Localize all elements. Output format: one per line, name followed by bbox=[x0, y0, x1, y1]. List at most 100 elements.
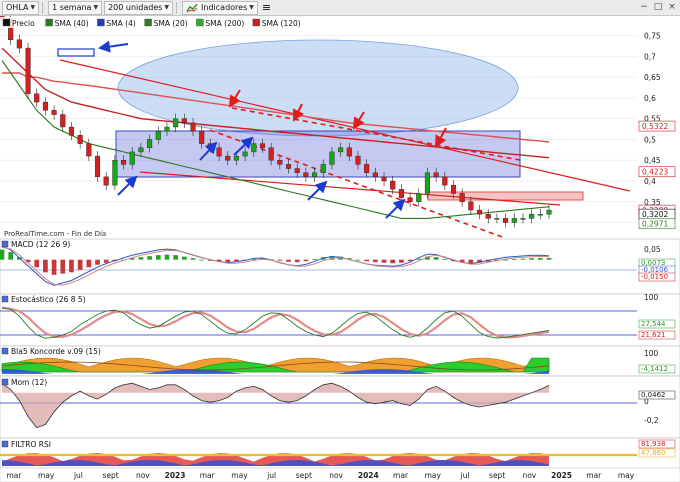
momentum-panel-bg bbox=[0, 375, 680, 439]
macd-bar bbox=[60, 259, 66, 274]
panel-swatch bbox=[1, 347, 9, 355]
macd-bar bbox=[0, 249, 5, 260]
period-selector[interactable]: 1 semana ▼ bbox=[48, 0, 103, 15]
indicators-button[interactable]: Indicadores ▼ bbox=[182, 0, 258, 15]
x-axis: mar may jul sept nov 2023 mar may jul sept nov 2024… bbox=[0, 467, 680, 482]
main-price-panel[interactable]: Precio SMA (40) SMA (4) SMA (20) SMA (200) SM… bbox=[0, 16, 676, 239]
candle-body bbox=[147, 139, 153, 148]
candle-body bbox=[390, 180, 396, 190]
macd-bar bbox=[546, 257, 552, 260]
koncorde-panel[interactable] bbox=[0, 345, 680, 377]
subpanel-y-tick: 100 bbox=[644, 349, 659, 358]
candle-body bbox=[103, 176, 109, 186]
toolbar: OHLA ▼ 1 semana ▼ 200 unidades ▼ Indicad… bbox=[0, 0, 680, 16]
candle-body bbox=[25, 47, 31, 94]
macd-bar bbox=[8, 252, 14, 260]
chevron-down-icon: ▼ bbox=[93, 4, 99, 11]
candle-body bbox=[381, 176, 387, 182]
candle-body bbox=[355, 155, 361, 165]
menu-button[interactable]: ≡ bbox=[260, 1, 273, 15]
macd-bar bbox=[372, 259, 378, 263]
price-tag-label: 0,3202 bbox=[642, 210, 668, 219]
close-button[interactable]: × bbox=[666, 1, 678, 13]
momentum-panel[interactable] bbox=[0, 375, 680, 439]
symbol-selector[interactable]: OHLA ▼ bbox=[2, 0, 40, 15]
stochastic-panel[interactable] bbox=[0, 293, 680, 347]
candle-body bbox=[468, 201, 474, 211]
candle-body bbox=[424, 172, 430, 194]
candle-body bbox=[407, 197, 413, 202]
x-tick-label: mar bbox=[200, 471, 216, 480]
minimize-button[interactable]: − bbox=[638, 1, 650, 13]
macd-bar bbox=[164, 254, 170, 260]
candle-body bbox=[364, 164, 370, 173]
candle-body bbox=[476, 209, 483, 215]
value-tag-label: 47,860 bbox=[641, 449, 666, 457]
candle-body bbox=[520, 218, 526, 220]
candle-body bbox=[485, 214, 491, 219]
x-tick-label: mar bbox=[586, 471, 602, 480]
x-tick-label: sept bbox=[489, 471, 505, 480]
x-tick-label: mar bbox=[7, 471, 23, 480]
main-y-axis: 0,750,70,650,60,550,50,450,40,350,30,532… bbox=[638, 32, 676, 230]
macd-bar bbox=[225, 259, 231, 263]
macd-panel[interactable] bbox=[0, 238, 680, 295]
x-tick-label: nov bbox=[329, 471, 343, 480]
y-tick-label: 0,6 bbox=[644, 94, 656, 103]
legend-swatch bbox=[196, 18, 204, 27]
macd-bar bbox=[77, 259, 83, 270]
subpanel-y-tick: -0,2 bbox=[644, 416, 659, 425]
candle-body bbox=[16, 39, 22, 49]
macd-bar bbox=[34, 259, 40, 268]
candle-body bbox=[433, 172, 439, 178]
chart-area[interactable]: Precio SMA (40) SMA (4) SMA (20) SMA (200) SM… bbox=[0, 16, 680, 482]
chevron-down-icon: ▼ bbox=[164, 4, 170, 11]
value-tag-label: -0,0150 bbox=[641, 273, 668, 281]
filtro-rsi-panel[interactable] bbox=[0, 437, 680, 469]
macd-bar bbox=[199, 259, 205, 261]
macd-bar bbox=[364, 259, 370, 262]
candle-body bbox=[346, 147, 352, 157]
macd-bar bbox=[537, 257, 543, 260]
candle-body bbox=[34, 93, 40, 103]
candle-body bbox=[121, 160, 127, 165]
legend-swatch bbox=[97, 18, 105, 27]
y-tick-label: 0,5 bbox=[644, 135, 656, 144]
candle-body bbox=[216, 147, 222, 157]
candle-body bbox=[416, 193, 422, 202]
candle-body bbox=[233, 155, 239, 161]
macd-bar bbox=[103, 259, 109, 263]
macd-bar bbox=[51, 259, 57, 275]
candle-body bbox=[529, 214, 535, 219]
candle-body bbox=[199, 130, 205, 144]
value-tag-label: 0,0462 bbox=[641, 391, 666, 399]
candle-body bbox=[181, 118, 187, 124]
price-tag-label: 0,5322 bbox=[642, 122, 668, 131]
macd-bar bbox=[181, 256, 187, 260]
panel-swatch bbox=[1, 240, 9, 248]
candle-body bbox=[294, 168, 300, 173]
maximize-button[interactable]: □ bbox=[652, 1, 664, 13]
candle-body bbox=[251, 143, 257, 153]
macd-bar bbox=[399, 259, 404, 263]
candle-body bbox=[277, 160, 283, 165]
macd-bar bbox=[303, 259, 309, 262]
candle-body bbox=[537, 214, 543, 216]
candle-body bbox=[303, 172, 309, 178]
macd-bar bbox=[277, 259, 283, 261]
candle-body bbox=[112, 160, 118, 186]
candle-body bbox=[320, 164, 326, 173]
candle-body bbox=[450, 184, 457, 194]
units-selector[interactable]: 200 unidades ▼ bbox=[104, 0, 174, 15]
x-tick-label: nov bbox=[522, 471, 536, 480]
main-legend: Precio SMA (40) SMA (4) SMA (20) SMA (200) SM… bbox=[0, 17, 301, 28]
value-tag-label: -4,1412 bbox=[641, 365, 668, 373]
legend-swatch bbox=[45, 18, 53, 27]
x-tick-label: may bbox=[618, 471, 635, 480]
y-tick-label: 0,75 bbox=[644, 32, 661, 41]
macd-bar bbox=[529, 258, 534, 260]
macd-bar bbox=[86, 259, 92, 268]
x-tick-label: jul bbox=[459, 471, 469, 480]
candle-body bbox=[459, 193, 465, 202]
legend-label: SMA (120) bbox=[262, 19, 301, 28]
